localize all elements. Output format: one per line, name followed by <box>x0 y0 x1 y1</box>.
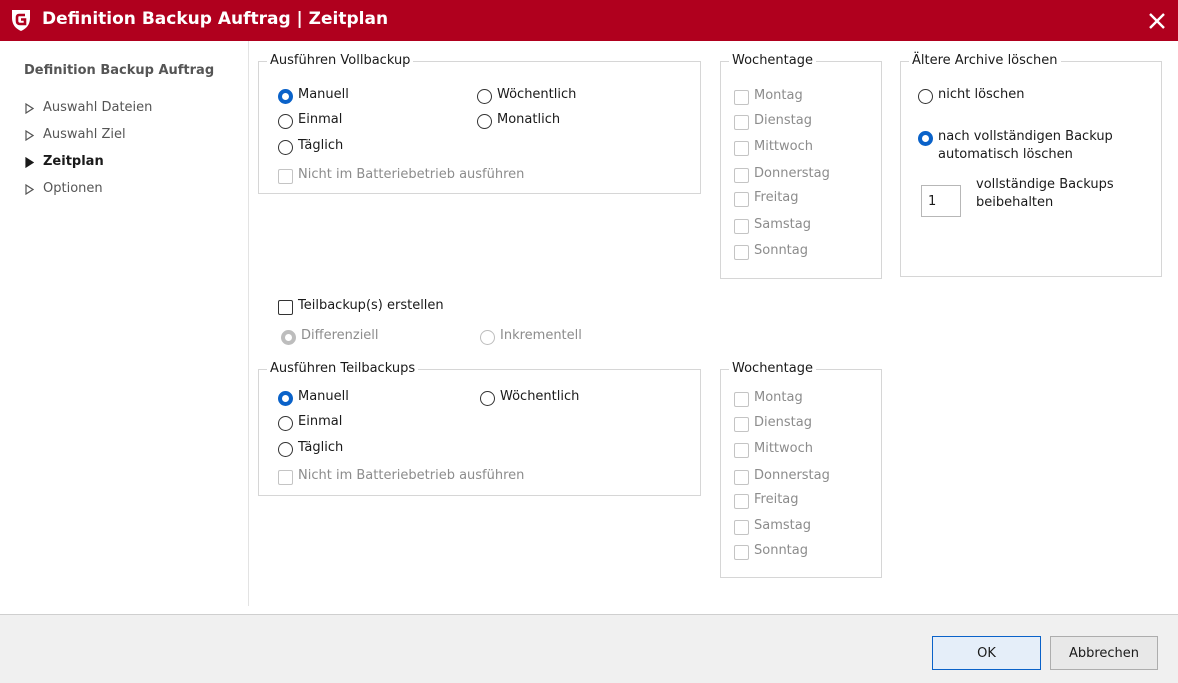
sidebar-item-label: Auswahl Ziel <box>43 127 126 142</box>
archive-group: Ältere Archive löschen nicht löschen nac… <box>900 53 1162 277</box>
keep-backups-label-2: beibehalten <box>976 195 1054 210</box>
radio-indicator <box>918 89 933 104</box>
partial-weekdays-group: Wochentage Montag Dienstag Mittwoch Donn… <box>720 361 882 578</box>
partial-backup-group: Ausführen Teilbackups Manuell Wöchentlic… <box>258 361 701 496</box>
checkbox-label: Nicht im Batteriebetrieb ausführen <box>298 167 525 182</box>
radio-label: Monatlich <box>497 112 561 127</box>
checkbox-indicator <box>734 494 749 509</box>
radio-label: Wöchentlich <box>497 87 577 102</box>
sidebar-item-auswahl-ziel[interactable]: Auswahl Ziel <box>24 126 234 146</box>
checkbox-label: Mittwoch <box>754 441 813 456</box>
checkbox-indicator <box>734 520 749 535</box>
radio-label: Inkrementell <box>500 328 582 343</box>
radio-label: nach vollständigen Backup <box>938 129 1113 144</box>
radio-label: Differenziell <box>301 328 379 343</box>
checkbox-label: Samstag <box>754 518 811 533</box>
radio-label: nicht löschen <box>938 87 1025 102</box>
close-icon[interactable] <box>1144 8 1170 34</box>
full-weekdays-group: Wochentage Montag Dienstag Mittwoch Donn… <box>720 53 882 279</box>
radio-label: Täglich <box>298 440 344 455</box>
checkbox-label: Freitag <box>754 492 799 507</box>
checkbox-indicator <box>734 545 749 560</box>
radio-indicator <box>480 391 495 406</box>
sidebar-item-auswahl-dateien[interactable]: Auswahl Dateien <box>24 99 234 119</box>
checkbox-indicator <box>734 417 749 432</box>
checkbox-indicator <box>734 392 749 407</box>
checkbox-indicator <box>734 90 749 105</box>
radio-indicator <box>281 330 296 345</box>
full-weekdays-legend: Wochentage <box>729 53 816 69</box>
full-backup-legend: Ausführen Vollbackup <box>267 53 414 69</box>
checkbox-indicator <box>734 443 749 458</box>
checkbox-indicator <box>734 168 749 183</box>
ok-button[interactable]: OK <box>932 636 1041 670</box>
checkbox-indicator <box>734 141 749 156</box>
checkbox-label: Donnerstag <box>754 468 830 483</box>
checkbox-label: Mittwoch <box>754 139 813 154</box>
chevron-right-icon <box>25 184 34 195</box>
sidebar-item-zeitplan[interactable]: Zeitplan <box>24 153 234 173</box>
radio-indicator <box>278 114 293 129</box>
sidebar: Definition Backup Auftrag Auswahl Dateie… <box>0 41 249 606</box>
radio-label: Einmal <box>298 112 343 127</box>
radio-indicator <box>278 391 293 406</box>
sidebar-item-label: Auswahl Dateien <box>43 100 153 115</box>
checkbox-label: Sonntag <box>754 243 808 258</box>
gdata-logo-icon <box>12 10 30 31</box>
checkbox-indicator <box>734 470 749 485</box>
radio-indicator <box>480 330 495 345</box>
radio-indicator <box>477 89 492 104</box>
chevron-right-icon <box>25 103 34 114</box>
checkbox-indicator <box>734 115 749 130</box>
checkbox-indicator <box>278 470 293 485</box>
radio-label: Täglich <box>298 138 344 153</box>
checkbox-indicator <box>734 219 749 234</box>
radio-indicator <box>918 131 933 146</box>
checkbox-indicator <box>734 245 749 260</box>
radio-label-line2: automatisch löschen <box>938 147 1073 162</box>
partial-backup-legend: Ausführen Teilbackups <box>267 361 419 377</box>
radio-label: Manuell <box>298 87 349 102</box>
radio-label: Einmal <box>298 414 343 429</box>
radio-indicator <box>278 89 293 104</box>
full-backup-group: Ausführen Vollbackup Manuell Wöchentlich… <box>258 53 701 194</box>
radio-indicator <box>278 442 293 457</box>
cancel-button[interactable]: Abbrechen <box>1050 636 1158 670</box>
checkbox-label: Samstag <box>754 217 811 232</box>
checkbox-label: Nicht im Batteriebetrieb ausführen <box>298 468 525 483</box>
keep-backups-input[interactable] <box>921 185 961 217</box>
sidebar-item-label: Optionen <box>43 181 103 196</box>
checkbox-label: Montag <box>754 390 803 405</box>
checkbox-label: Montag <box>754 88 803 103</box>
sidebar-heading: Definition Backup Auftrag <box>24 63 215 78</box>
checkbox-label: Donnerstag <box>754 166 830 181</box>
radio-indicator <box>278 416 293 431</box>
title-bar: Definition Backup Auftrag | Zeitplan <box>0 0 1178 41</box>
archive-legend: Ältere Archive löschen <box>909 53 1061 69</box>
checkbox-indicator <box>278 169 293 184</box>
sidebar-item-optionen[interactable]: Optionen <box>24 180 234 200</box>
chevron-right-icon <box>25 157 34 168</box>
checkbox-label: Sonntag <box>754 543 808 558</box>
radio-label: Manuell <box>298 389 349 404</box>
radio-indicator <box>278 140 293 155</box>
checkbox-label: Dienstag <box>754 113 812 128</box>
keep-backups-label-1: vollständige Backups <box>976 177 1114 192</box>
checkbox-label: Freitag <box>754 190 799 205</box>
dialog-footer: OK Abbrechen <box>0 614 1178 683</box>
checkbox-label: Teilbackup(s) erstellen <box>298 298 444 313</box>
sidebar-item-label: Zeitplan <box>43 154 104 169</box>
checkbox-label: Dienstag <box>754 415 812 430</box>
checkbox-indicator <box>734 192 749 207</box>
radio-label: Wöchentlich <box>500 389 580 404</box>
partial-weekdays-legend: Wochentage <box>729 361 816 377</box>
checkbox-indicator <box>278 300 293 315</box>
chevron-right-icon <box>25 130 34 141</box>
radio-indicator <box>477 114 492 129</box>
window-title: Definition Backup Auftrag | Zeitplan <box>42 9 389 29</box>
